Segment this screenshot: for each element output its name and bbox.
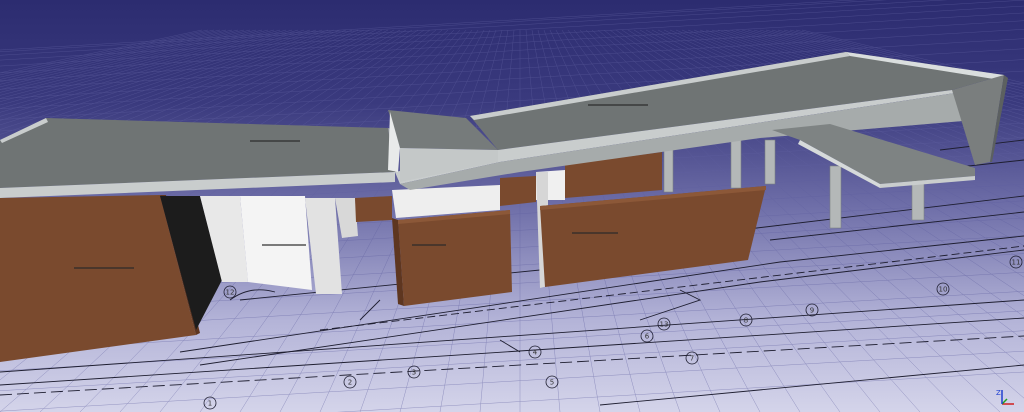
gridline-bubble: 3 [407,365,421,379]
gridline-bubble: 11 [1009,255,1023,269]
gridline-bubble-label: 8 [744,317,748,325]
gridline-bubble: 4 [528,345,542,359]
gridline-bubble-label: 13 [660,321,669,329]
gridline-bubble: 9 [805,303,819,317]
gridline-bubble-label: 10 [939,286,948,294]
roof-left[interactable] [0,118,398,198]
gridline-bubble: 10 [936,282,950,296]
gridline-bubble-label: 6 [645,333,650,341]
gridline-bubble-label: 5 [550,379,554,387]
axis-z-label: Z [996,389,1001,397]
gridline-bubble: 5 [545,375,559,389]
axis-triad: Z [996,386,1018,408]
gridline-bubble: 1 [203,396,217,410]
gridline-bubble-label: 4 [533,349,538,357]
gridline-bubble: 12 [223,285,237,299]
gridline-bubble-label: 12 [226,289,235,297]
wall-center-brown[interactable] [392,210,512,306]
gridline-bubble-label: 7 [690,355,694,363]
gridline-bubble-label: 3 [412,369,416,377]
3d-viewport[interactable]: 1 2 3 4 5 6 7 8 9 10 11 12 13 Z [0,0,1024,412]
gridline-bubble-label: 11 [1012,259,1021,267]
architecture-model-scene[interactable]: 12345678910111213 [0,0,1024,412]
canopy-deck[interactable] [772,124,975,188]
gridline-bubble-label: 9 [810,307,814,315]
gridline-bubble: 13 [657,317,671,331]
gridline-bubble-label: 2 [348,379,352,387]
gridline-bubble-label: 1 [208,400,212,408]
wall-back-brown-small[interactable] [355,196,392,222]
gridline-bubble: 2 [343,375,357,389]
wall-right-brown[interactable] [540,186,766,287]
gridline-bubble: 6 [640,329,654,343]
